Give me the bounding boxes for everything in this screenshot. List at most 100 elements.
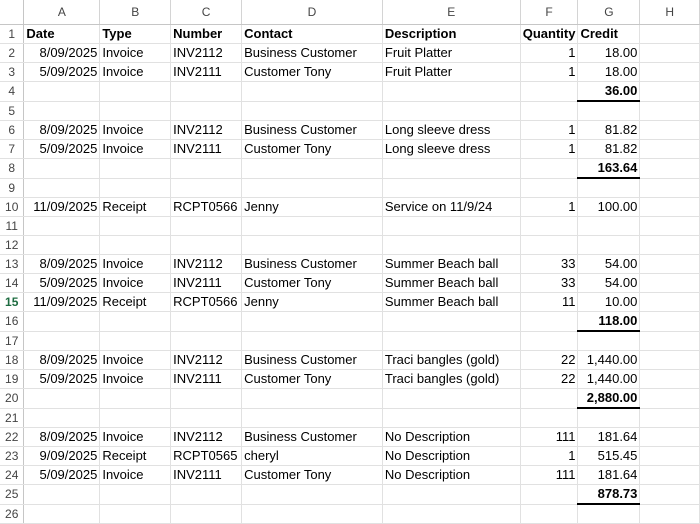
column-header-a[interactable]: A [23, 0, 101, 25]
cell-d13[interactable]: Business Customer [241, 254, 383, 274]
cell-f12[interactable] [520, 235, 579, 255]
cell-e13[interactable]: Summer Beach ball [382, 254, 521, 274]
cell-d17[interactable] [241, 331, 383, 351]
cell-f2[interactable]: 1 [520, 43, 579, 63]
cell-b2[interactable]: Invoice [99, 43, 172, 63]
cell-c19[interactable]: INV2111 [170, 369, 243, 389]
cell-f11[interactable] [520, 216, 579, 236]
cell-g3[interactable]: 18.00 [577, 62, 641, 82]
cell-g18[interactable]: 1,440.00 [577, 350, 641, 370]
cell-h20[interactable] [639, 388, 700, 409]
cell-g10[interactable]: 100.00 [577, 197, 641, 217]
cell-f15[interactable]: 11 [520, 292, 579, 312]
cell-c26[interactable] [170, 504, 243, 524]
cell-e22[interactable]: No Description [382, 427, 521, 447]
column-header-e[interactable]: E [382, 0, 521, 25]
cell-f26[interactable] [520, 504, 579, 524]
row-header[interactable]: 4 [0, 81, 25, 102]
cell-c3[interactable]: INV2111 [170, 62, 243, 82]
cell-b1[interactable]: Type [99, 24, 172, 44]
row-header[interactable]: 13 [0, 254, 25, 274]
cell-b9[interactable] [99, 178, 172, 198]
cell-e10[interactable]: Service on 11/9/24 [382, 197, 521, 217]
cell-h5[interactable] [639, 101, 700, 121]
cell-c4[interactable] [170, 81, 243, 102]
cell-b18[interactable]: Invoice [99, 350, 172, 370]
cell-c16[interactable] [170, 311, 243, 332]
row-header[interactable]: 3 [0, 62, 25, 82]
cell-b10[interactable]: Receipt [99, 197, 172, 217]
cell-d19[interactable]: Customer Tony [241, 369, 383, 389]
cell-e5[interactable] [382, 101, 521, 121]
cell-c7[interactable]: INV2111 [170, 139, 243, 159]
cell-h4[interactable] [639, 81, 700, 102]
cell-d15[interactable]: Jenny [241, 292, 383, 312]
cell-b19[interactable]: Invoice [99, 369, 172, 389]
cell-a24[interactable]: 5/09/2025 [23, 465, 101, 485]
cell-e21[interactable] [382, 408, 521, 428]
cell-h9[interactable] [639, 178, 700, 198]
cell-a5[interactable] [23, 101, 101, 121]
cell-d16[interactable] [241, 311, 383, 332]
cell-h17[interactable] [639, 331, 700, 351]
cell-a10[interactable]: 11/09/2025 [23, 197, 101, 217]
cell-f25[interactable] [520, 484, 579, 505]
cell-c15[interactable]: RCPT0566 [170, 292, 243, 312]
cell-h12[interactable] [639, 235, 700, 255]
cell-g13[interactable]: 54.00 [577, 254, 641, 274]
cell-h1[interactable] [639, 24, 700, 44]
cell-b26[interactable] [99, 504, 172, 524]
cell-b16[interactable] [99, 311, 172, 332]
cell-d22[interactable]: Business Customer [241, 427, 383, 447]
cell-e16[interactable] [382, 311, 521, 332]
cell-f3[interactable]: 1 [520, 62, 579, 82]
cell-c1[interactable]: Number [170, 24, 243, 44]
row-header[interactable]: 7 [0, 139, 25, 159]
cell-c17[interactable] [170, 331, 243, 351]
cell-b3[interactable]: Invoice [99, 62, 172, 82]
cell-d10[interactable]: Jenny [241, 197, 383, 217]
cell-d24[interactable]: Customer Tony [241, 465, 383, 485]
cell-d5[interactable] [241, 101, 383, 121]
cell-d4[interactable] [241, 81, 383, 102]
cell-h24[interactable] [639, 465, 700, 485]
cell-d7[interactable]: Customer Tony [241, 139, 383, 159]
cell-c21[interactable] [170, 408, 243, 428]
cell-d11[interactable] [241, 216, 383, 236]
cell-c10[interactable]: RCPT0566 [170, 197, 243, 217]
cell-h11[interactable] [639, 216, 700, 236]
cell-g15[interactable]: 10.00 [577, 292, 641, 312]
cell-g1[interactable]: Credit [577, 24, 641, 44]
cell-b13[interactable]: Invoice [99, 254, 172, 274]
column-header-f[interactable]: F [520, 0, 579, 25]
cell-e14[interactable]: Summer Beach ball [382, 273, 521, 293]
cell-g12[interactable] [577, 235, 641, 255]
cell-c6[interactable]: INV2112 [170, 120, 243, 140]
row-header[interactable]: 1 [0, 24, 25, 44]
cell-h21[interactable] [639, 408, 700, 428]
cell-f6[interactable]: 1 [520, 120, 579, 140]
cell-e12[interactable] [382, 235, 521, 255]
cell-g25[interactable]: 878.73 [577, 484, 641, 505]
cell-a12[interactable] [23, 235, 101, 255]
cell-e26[interactable] [382, 504, 521, 524]
cell-c12[interactable] [170, 235, 243, 255]
row-header[interactable]: 19 [0, 369, 25, 389]
cell-g6[interactable]: 81.82 [577, 120, 641, 140]
cell-g19[interactable]: 1,440.00 [577, 369, 641, 389]
cell-e8[interactable] [382, 158, 521, 179]
cell-g24[interactable]: 181.64 [577, 465, 641, 485]
cell-e1[interactable]: Description [382, 24, 521, 44]
cell-h15[interactable] [639, 292, 700, 312]
cell-h26[interactable] [639, 504, 700, 524]
cell-h22[interactable] [639, 427, 700, 447]
cell-h3[interactable] [639, 62, 700, 82]
cell-d12[interactable] [241, 235, 383, 255]
cell-a16[interactable] [23, 311, 101, 332]
cell-h19[interactable] [639, 369, 700, 389]
cell-h23[interactable] [639, 446, 700, 466]
cell-c23[interactable]: RCPT0565 [170, 446, 243, 466]
cell-e24[interactable]: No Description [382, 465, 521, 485]
cell-b5[interactable] [99, 101, 172, 121]
cell-d21[interactable] [241, 408, 383, 428]
